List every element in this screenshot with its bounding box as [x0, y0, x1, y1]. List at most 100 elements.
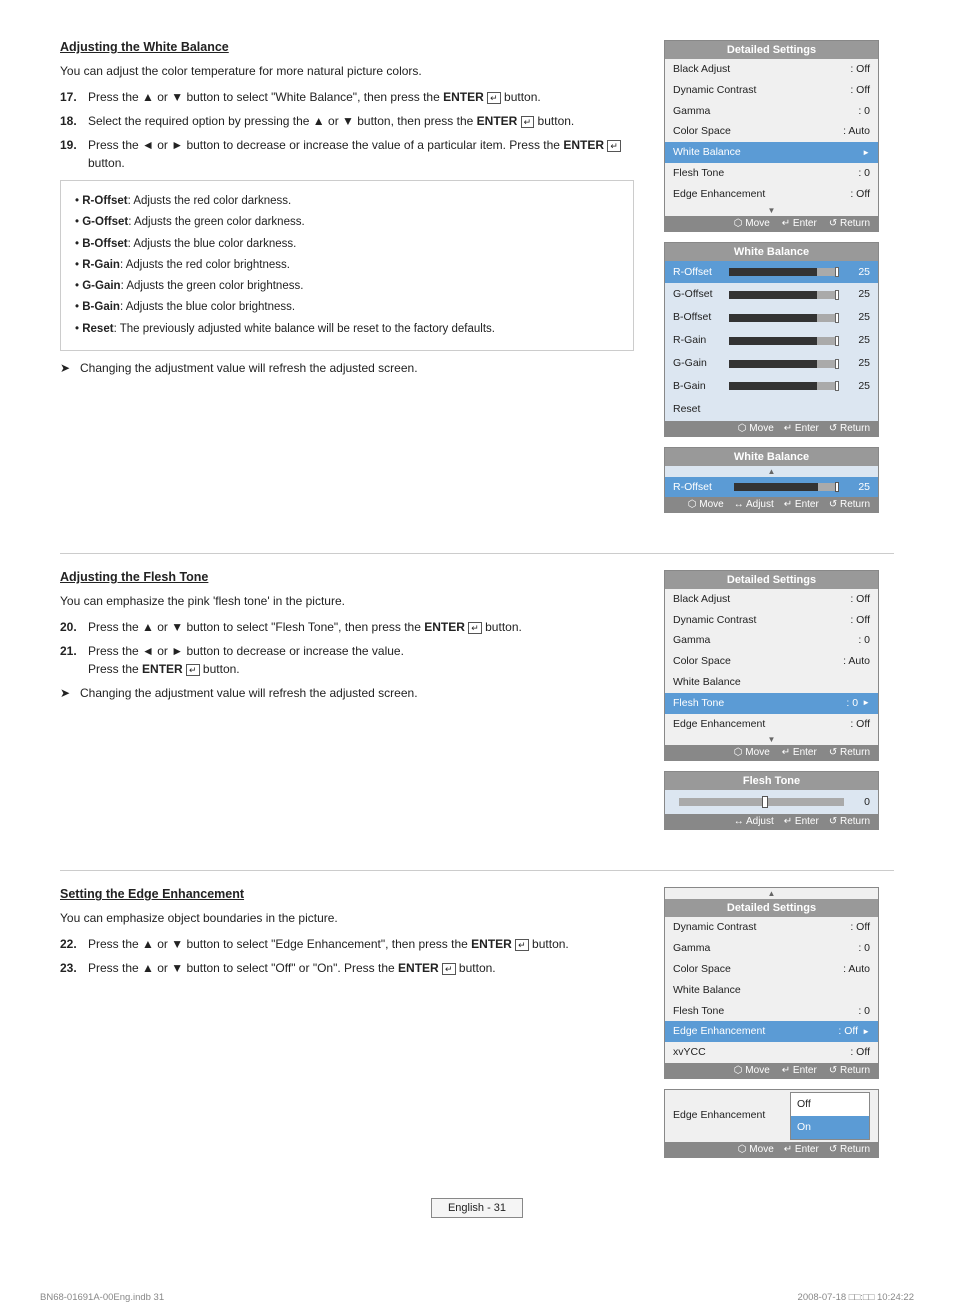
white-balance-right: Detailed Settings Black Adjust : Off Dyn…	[664, 40, 894, 523]
wb-single-fill	[734, 483, 818, 491]
edge-popup-footer: ⬡ Move ↵ Enter ↺ Return	[665, 1142, 878, 1157]
ds3-move: ⬡ Move	[734, 1065, 770, 1076]
ds1-row-dynamic-contrast: Dynamic Contrast : Off	[665, 80, 878, 101]
white-balance-intro: You can adjust the color temperature for…	[60, 62, 634, 80]
flesh-slider-title: Flesh Tone	[665, 772, 878, 790]
ds1-scroll-indicator	[768, 206, 776, 215]
wb-return: ↺ Return	[829, 423, 870, 434]
wb-bgain-fill	[729, 382, 817, 390]
section-white-balance: Adjusting the White Balance You can adju…	[60, 40, 894, 523]
ds2-row-gamma: Gamma : 0	[665, 630, 878, 651]
wb-single-bar	[734, 483, 839, 491]
wb-bullet-boffset: B-Offset: Adjusts the blue color darknes…	[75, 234, 619, 255]
flesh-enter: ↵ Enter	[784, 816, 819, 827]
ds1-row-gamma: Gamma : 0	[665, 101, 878, 122]
edge-step-22-text: Press the ▲ or ▼ button to select "Edge …	[88, 935, 634, 953]
ds3-up-indicator	[768, 889, 776, 898]
wb-single-enter: ↵ Enter	[784, 499, 819, 510]
wb-step-19-num: 19.	[60, 136, 88, 172]
ds2-row-edge-enhancement: Edge Enhancement : Off	[665, 714, 878, 735]
ds3-footer: ⬡ Move ↵ Enter ↺ Return	[665, 1063, 878, 1078]
edge-step-22: 22. Press the ▲ or ▼ button to select "E…	[60, 935, 634, 953]
wb-note-text: Changing the adjustment value will refre…	[80, 359, 418, 377]
ds3-enter: ↵ Enter	[782, 1065, 817, 1076]
wb-step-18: 18. Select the required option by pressi…	[60, 112, 634, 130]
ds3-edge-arrow	[862, 1024, 870, 1040]
ds2-row-color-space: Color Space : Auto	[665, 651, 878, 672]
wb-enter: ↵ Enter	[784, 423, 819, 434]
wb-single-up-arrow	[768, 467, 776, 476]
wb-slider-roffset: R-Offset 25	[665, 261, 878, 284]
ft-step-20-num: 20.	[60, 618, 88, 636]
flesh-thumb	[762, 796, 768, 808]
flesh-adjust: ↔ Adjust	[734, 816, 774, 827]
edge-popup-label-row: Edge Enhancement Off On	[665, 1090, 878, 1142]
wb-rgain-fill	[729, 337, 817, 345]
ds1-enter: ↵ Enter	[782, 218, 817, 229]
wb-slider-ggain: G-Gain 25	[665, 352, 878, 375]
wb-step-19: 19. Press the ◄ or ► button to decrease …	[60, 136, 634, 172]
flesh-tone-slider-panel: Flesh Tone 0 ↔ Adjust ↵ Enter ↺ Return	[664, 771, 879, 830]
ds3-row-dynamic-contrast: Dynamic Contrast : Off	[665, 917, 878, 938]
ds2-footer: ⬡ Move ↵ Enter ↺ Return	[665, 745, 878, 760]
ds2-scroll-indicator	[768, 735, 776, 744]
wb-single-footer: ⬡ Move ↔ Adjust ↵ Enter ↺ Return	[665, 497, 878, 512]
edge-intro: You can emphasize object boundaries in t…	[60, 909, 634, 927]
wb-step-19-text: Press the ◄ or ► button to decrease or i…	[88, 136, 634, 172]
ft-note-text: Changing the adjustment value will refre…	[80, 684, 418, 702]
edge-step-23-num: 23.	[60, 959, 88, 977]
wb-step-17-num: 17.	[60, 88, 88, 106]
wb-single-move: ⬡ Move	[688, 499, 724, 510]
ds2-move: ⬡ Move	[734, 747, 770, 758]
wb-roffset-thumb	[835, 267, 839, 277]
ds3-row-edge-enhancement: Edge Enhancement : Off	[665, 1021, 878, 1042]
ds1-return: ↺ Return	[829, 218, 870, 229]
wb-slider-bgain: B-Gain 25	[665, 375, 878, 398]
wb-single-thumb	[835, 482, 839, 492]
wb-bullet-reset: Reset: The previously adjusted white bal…	[75, 319, 619, 340]
edge-option-off[interactable]: Off	[791, 1093, 869, 1116]
wb-goffset-bar	[729, 291, 839, 299]
wb-roffset-bar	[729, 268, 839, 276]
ds3-row-gamma: Gamma : 0	[665, 938, 878, 959]
edge-title: Setting the Edge Enhancement	[60, 887, 634, 901]
flesh-slider-row: 0	[665, 790, 878, 814]
edge-popup-label: Edge Enhancement	[673, 1106, 790, 1125]
white-balance-left: Adjusting the White Balance You can adju…	[60, 40, 664, 523]
wb-single-value: 25	[845, 481, 870, 493]
ds2-row-white-balance: White Balance	[665, 672, 878, 693]
wb-sliders-footer: ⬡ Move ↵ Enter ↺ Return	[665, 421, 878, 436]
edge-option-on[interactable]: On	[791, 1116, 869, 1139]
wb-slider-rgain: R-Gain 25	[665, 329, 878, 352]
edge-popup-dropdown: Off On	[790, 1092, 870, 1140]
ds2-enter: ↵ Enter	[782, 747, 817, 758]
ft-note: ➤ Changing the adjustment value will ref…	[60, 684, 634, 702]
wb-single-label: R-Offset	[673, 481, 728, 493]
wb-bullet-bgain: B-Gain: Adjusts the blue color brightnes…	[75, 297, 619, 318]
wb-single-return: ↺ Return	[829, 499, 870, 510]
page-bottom: English - 31	[60, 1198, 894, 1218]
ds3-row-flesh-tone: Flesh Tone : 0	[665, 1001, 878, 1022]
wb-reset: Reset	[665, 398, 878, 421]
ds2-row-dynamic-contrast: Dynamic Contrast : Off	[665, 610, 878, 631]
edge-step-23: 23. Press the ▲ or ▼ button to select "O…	[60, 959, 634, 977]
ds2-ft-arrow	[862, 695, 870, 711]
page: Adjusting the White Balance You can adju…	[0, 0, 954, 1315]
wb-slider-boffset: B-Offset 25	[665, 306, 878, 329]
wb-bgain-bar	[729, 382, 839, 390]
ds3-row-white-balance: White Balance	[665, 980, 878, 1001]
ds1-row-white-balance: White Balance	[665, 142, 878, 163]
flesh-tone-left: Adjusting the Flesh Tone You can emphasi…	[60, 570, 664, 841]
ds1-wb-arrow	[862, 145, 870, 161]
wb-ggain-bar	[729, 360, 839, 368]
ds3-title: Detailed Settings	[665, 899, 878, 917]
wb-step-18-num: 18.	[60, 112, 88, 130]
wb-single-roffset: R-Offset 25	[665, 477, 878, 497]
edge-left: Setting the Edge Enhancement You can emp…	[60, 887, 664, 1167]
detailed-settings-panel-1: Detailed Settings Black Adjust : Off Dyn…	[664, 40, 879, 232]
wb-single-adjust: ↔ Adjust	[734, 499, 774, 510]
detailed-settings-panel-2: Detailed Settings Black Adjust : Off Dyn…	[664, 570, 879, 762]
wb-move: ⬡ Move	[738, 423, 774, 434]
ds2-row-flesh-tone: Flesh Tone : 0	[665, 693, 878, 714]
ds2-row-black-adjust: Black Adjust : Off	[665, 589, 878, 610]
